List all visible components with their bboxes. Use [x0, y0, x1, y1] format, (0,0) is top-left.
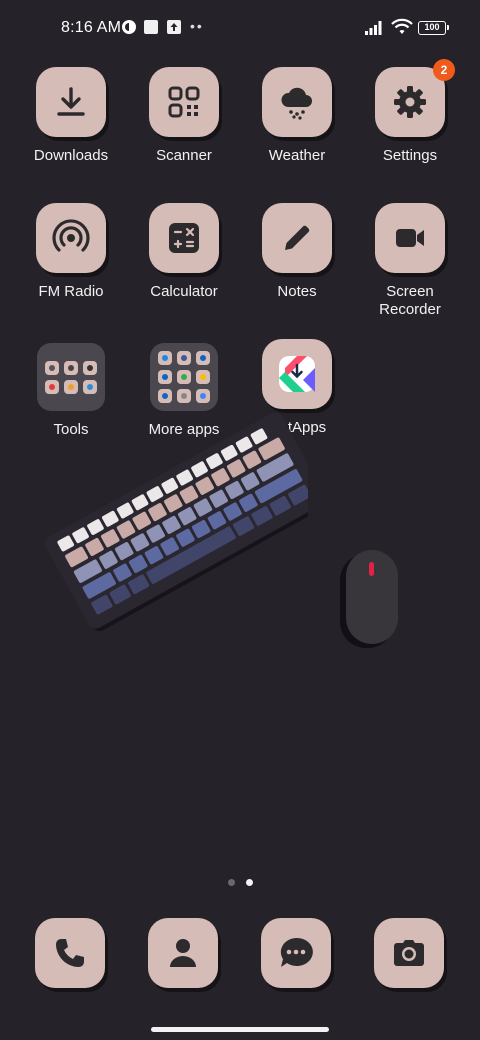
messages-icon — [280, 937, 313, 967]
camera-icon — [394, 940, 424, 966]
app-tile[interactable]: 2 — [375, 59, 455, 137]
page-dot[interactable] — [228, 879, 235, 886]
signal-icon — [365, 21, 382, 35]
mini-app-icon — [45, 360, 59, 375]
app-notes[interactable]: Notes — [241, 203, 353, 301]
app-downloads[interactable]: Downloads — [15, 67, 127, 165]
app-tile[interactable] — [375, 203, 445, 273]
wifi-icon — [391, 18, 413, 34]
app-label: Weather — [268, 147, 326, 164]
page-dot-active[interactable] — [246, 879, 253, 886]
folder-tile[interactable] — [150, 343, 218, 411]
phone-icon — [56, 939, 84, 967]
app-tile[interactable] — [149, 67, 219, 137]
more-dots-icon: •• — [190, 18, 204, 34]
dock-camera[interactable] — [374, 918, 444, 988]
app-fm-radio[interactable]: FM Radio — [15, 203, 127, 301]
keyboard-sticker — [45, 412, 308, 632]
app-tile[interactable] — [374, 918, 444, 988]
notification-c-icon — [122, 20, 136, 34]
mini-app-icon — [196, 351, 210, 365]
mini-app-icon — [158, 370, 172, 384]
page-indicator — [228, 879, 253, 886]
battery-icon: 100 — [418, 21, 449, 35]
app-label: Screen Recorder — [379, 283, 441, 318]
contacts-icon — [170, 939, 196, 967]
mini-app-icon — [64, 379, 78, 394]
mini-app-icon — [196, 389, 210, 403]
app-tile[interactable] — [262, 339, 332, 409]
status-time: 8:16 AM — [61, 19, 122, 36]
status-bar: 8:16 AM •• 100 — [0, 0, 480, 56]
app-label: Notes — [277, 283, 317, 300]
home-indicator[interactable] — [151, 1027, 329, 1032]
download-icon — [57, 87, 85, 116]
getapps-icon — [279, 356, 315, 392]
calculator-icon — [169, 223, 199, 253]
app-label: Downloads — [33, 147, 109, 164]
app-tile[interactable] — [36, 67, 106, 137]
app-scanner[interactable]: Scanner — [128, 67, 240, 165]
square-notification-icon — [144, 20, 158, 34]
folder-tile[interactable] — [37, 343, 105, 411]
pencil-icon — [285, 225, 310, 250]
mini-app-icon — [177, 370, 191, 384]
app-tile[interactable] — [149, 203, 219, 273]
mini-app-icon — [83, 360, 97, 375]
mini-app-icon — [45, 379, 59, 394]
app-tile[interactable] — [261, 918, 331, 988]
mini-app-icon — [196, 370, 210, 384]
mini-app-icon — [64, 360, 78, 375]
mouse-sticker — [340, 550, 398, 648]
mini-app-icon — [177, 351, 191, 365]
app-screen-recorder[interactable]: Screen Recorder — [354, 203, 466, 319]
upload-notification-icon — [167, 20, 181, 34]
mini-app-icon — [83, 379, 97, 394]
app-label: Calculator — [150, 283, 218, 300]
app-calculator[interactable]: Calculator — [128, 203, 240, 301]
mini-app-icon — [158, 351, 172, 365]
app-label: FM Radio — [38, 283, 104, 300]
notification-badge: 2 — [433, 59, 455, 81]
app-tile[interactable] — [148, 918, 218, 988]
app-label: Settings — [382, 147, 438, 164]
app-label: Scanner — [156, 147, 212, 164]
mini-app-icon — [177, 389, 191, 403]
weather-icon — [281, 87, 312, 120]
app-tile[interactable] — [35, 918, 105, 988]
mini-app-icon — [158, 389, 172, 403]
app-settings[interactable]: 2 Settings — [354, 59, 466, 165]
app-tile[interactable] — [36, 203, 106, 273]
dock-phone[interactable] — [35, 918, 105, 988]
scanner-icon — [168, 86, 200, 118]
dock-contacts[interactable] — [148, 918, 218, 988]
dock-messages[interactable] — [261, 918, 331, 988]
radio-icon — [52, 219, 90, 252]
video-camera-icon — [396, 229, 424, 247]
app-tile[interactable] — [262, 67, 332, 137]
gear-icon — [394, 86, 426, 118]
app-tile[interactable] — [262, 203, 332, 273]
app-weather[interactable]: Weather — [241, 67, 353, 165]
